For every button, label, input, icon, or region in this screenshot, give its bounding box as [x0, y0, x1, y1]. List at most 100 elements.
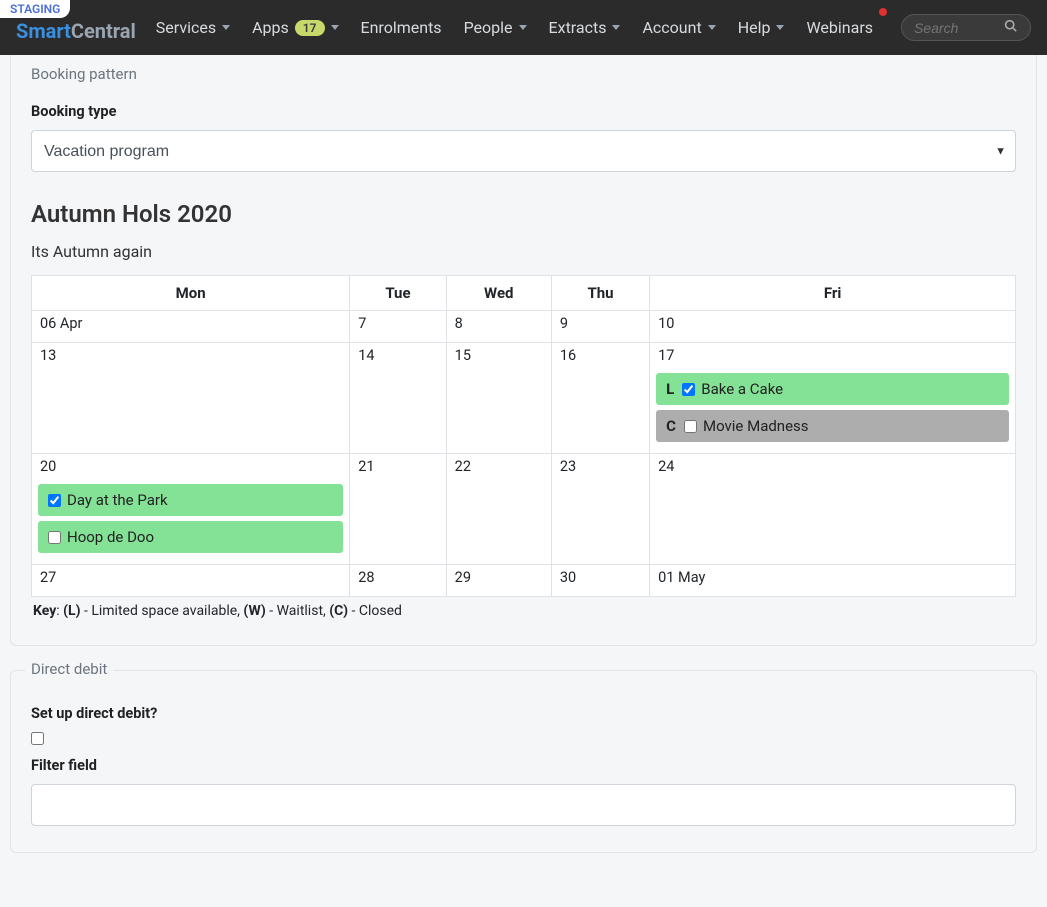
nav-services[interactable]: Services [156, 18, 230, 37]
direct-debit-legend: Direct debit [25, 660, 113, 678]
cal-date: 10 [656, 315, 1009, 336]
nav-extracts-label: Extracts [549, 18, 607, 37]
key-c-text: - Closed [348, 603, 402, 619]
event-label: Hoop de Doo [67, 528, 154, 546]
cal-date: 22 [453, 458, 545, 479]
direct-debit-section: Direct debit Set up direct debit? Filter… [10, 670, 1037, 853]
cal-cell[interactable]: 06 Apr [32, 311, 350, 343]
cal-cell[interactable]: 17 L Bake a Cake C Movie Madness [650, 343, 1016, 454]
cal-date: 29 [453, 569, 545, 590]
key-c-code: (C) [329, 603, 348, 619]
nav-items: Services Apps 17 Enrolments People Extra… [156, 18, 873, 37]
cal-date: 15 [453, 347, 545, 368]
nav-account-label: Account [642, 18, 701, 37]
cal-cell[interactable]: 28 [350, 565, 446, 597]
key-prefix: Key [33, 603, 56, 619]
cal-cell[interactable]: 21 [350, 454, 446, 565]
search-box[interactable] [901, 14, 1031, 41]
event-checkbox[interactable] [682, 383, 695, 396]
event-checkbox[interactable] [684, 420, 697, 433]
cal-cell[interactable]: 15 [446, 343, 551, 454]
nav-people[interactable]: People [464, 18, 527, 37]
setup-direct-debit-checkbox[interactable] [31, 732, 44, 745]
chevron-down-icon [519, 25, 527, 30]
program-subtitle: Its Autumn again [31, 242, 1016, 261]
event-flag: L [666, 380, 674, 398]
key-l-code: (L) [63, 603, 80, 619]
cal-cell[interactable]: 13 [32, 343, 350, 454]
cal-date: 06 Apr [38, 315, 343, 336]
cal-date: 28 [356, 569, 439, 590]
cal-cell[interactable]: 7 [350, 311, 446, 343]
chevron-down-icon [708, 25, 716, 30]
search-input[interactable] [914, 20, 1004, 36]
cal-date: 9 [558, 315, 643, 336]
nav-services-label: Services [156, 18, 216, 37]
nav-webinars-label: Webinars [806, 18, 873, 37]
cal-date: 14 [356, 347, 439, 368]
brand-part1: Smart [16, 19, 71, 43]
brand-part2: Central [71, 19, 136, 43]
cal-cell[interactable]: 24 [650, 454, 1016, 565]
top-navbar: STAGING SmartCentral Services Apps 17 En… [0, 0, 1047, 55]
nav-help[interactable]: Help [738, 18, 785, 37]
nav-extracts[interactable]: Extracts [549, 18, 621, 37]
cal-date: 30 [558, 569, 643, 590]
cal-date: 17 [656, 347, 1009, 368]
nav-people-label: People [464, 18, 513, 37]
cal-cell[interactable]: 23 [551, 454, 649, 565]
nav-apps[interactable]: Apps 17 [252, 18, 338, 37]
cal-cell[interactable]: 8 [446, 311, 551, 343]
booking-pattern-section: Booking pattern Booking type Vacation pr… [10, 55, 1037, 646]
booking-type-select-wrap: Vacation program ▼ [31, 130, 1016, 172]
brand-logo[interactable]: SmartCentral [16, 19, 136, 43]
filter-field-input[interactable] [31, 784, 1016, 826]
event-flag: C [666, 417, 676, 435]
event-hoop-de-doo[interactable]: Hoop de Doo [38, 521, 343, 553]
nav-enrolments[interactable]: Enrolments [361, 18, 442, 37]
event-label: Bake a Cake [701, 380, 783, 398]
search-icon [1004, 19, 1017, 36]
calendar-key: Key: (L) - Limited space available, (W) … [31, 597, 1016, 619]
cal-date: 16 [558, 347, 643, 368]
cal-date: 27 [38, 569, 343, 590]
cal-cell[interactable]: 27 [32, 565, 350, 597]
program-title: Autumn Hols 2020 [31, 200, 1016, 228]
booking-type-select[interactable]: Vacation program [31, 130, 1016, 172]
nav-webinars[interactable]: Webinars [806, 18, 873, 37]
cal-cell[interactable]: 14 [350, 343, 446, 454]
event-day-at-the-park[interactable]: Day at the Park [38, 484, 343, 516]
event-checkbox[interactable] [48, 531, 61, 544]
nav-enrolments-label: Enrolments [361, 18, 442, 37]
key-w-code: (W) [243, 603, 265, 619]
cal-date: 21 [356, 458, 439, 479]
booking-pattern-legend: Booking pattern [25, 65, 143, 83]
cal-cell[interactable]: 16 [551, 343, 649, 454]
event-checkbox[interactable] [48, 494, 61, 507]
cal-cell[interactable]: 10 [650, 311, 1016, 343]
cal-date: 20 [38, 458, 343, 479]
apps-count-badge: 17 [295, 20, 325, 36]
key-w-text: - Waitlist, [266, 603, 329, 619]
setup-direct-debit-label: Set up direct debit? [31, 705, 1016, 722]
event-bake-a-cake[interactable]: L Bake a Cake [656, 373, 1009, 405]
cal-cell[interactable]: 01 May [650, 565, 1016, 597]
event-movie-madness[interactable]: C Movie Madness [656, 410, 1009, 442]
cal-cell[interactable]: 29 [446, 565, 551, 597]
cal-head-tue: Tue [350, 276, 446, 311]
cal-cell[interactable]: 9 [551, 311, 649, 343]
nav-account[interactable]: Account [642, 18, 715, 37]
chevron-down-icon [222, 25, 230, 30]
cal-cell[interactable]: 30 [551, 565, 649, 597]
event-label: Movie Madness [703, 417, 809, 435]
cal-cell[interactable]: 22 [446, 454, 551, 565]
cal-date: 23 [558, 458, 643, 479]
notification-dot-icon [879, 8, 887, 16]
cal-date: 13 [38, 347, 343, 368]
chevron-down-icon [612, 25, 620, 30]
calendar-table: Mon Tue Wed Thu Fri 06 Apr 7 8 9 10 [31, 275, 1016, 597]
cal-head-fri: Fri [650, 276, 1016, 311]
nav-help-label: Help [738, 18, 771, 37]
cal-cell[interactable]: 20 Day at the Park Hoop de Doo [32, 454, 350, 565]
event-label: Day at the Park [67, 491, 168, 509]
